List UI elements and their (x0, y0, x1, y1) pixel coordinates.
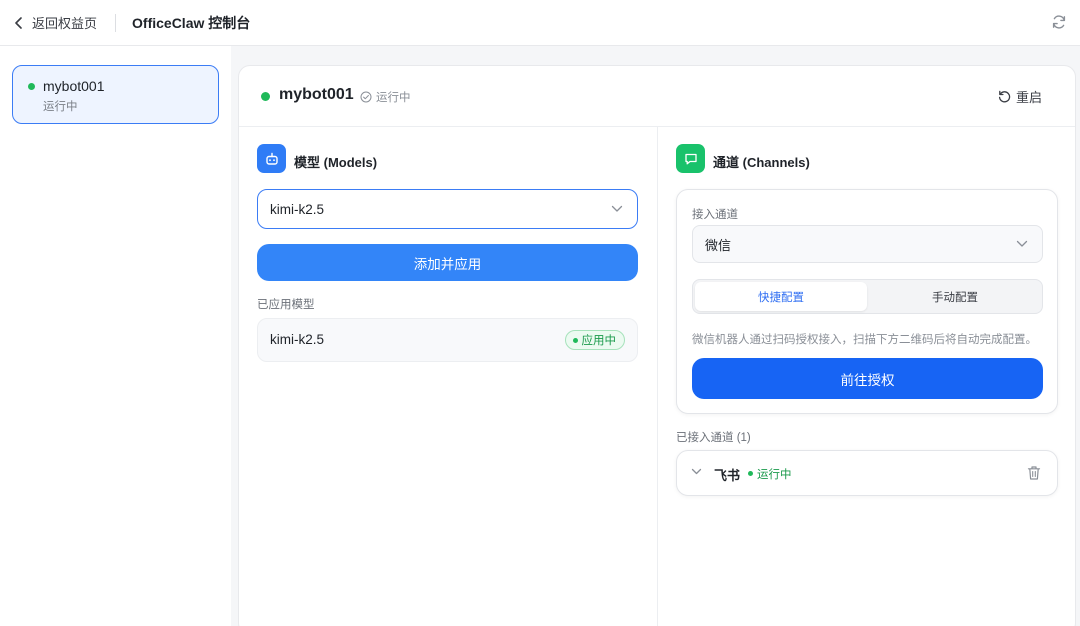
restart-label: 重启 (1015, 90, 1042, 105)
refresh-icon (1052, 15, 1066, 29)
back-label: 返回权益页 (32, 16, 98, 31)
status-indicator: 运行中 (360, 89, 411, 105)
config-mode-tabs: 快捷配置 手动配置 (692, 279, 1043, 314)
chevron-down-icon[interactable] (691, 468, 702, 476)
channels-title: 通道 (Channels) (713, 155, 810, 170)
sidebar: mybot001 运行中 (0, 46, 231, 626)
app-title: OfficeClaw 控制台 (132, 14, 251, 31)
applied-models-label: 已应用模型 (257, 299, 315, 311)
channel-status: 运行中 (757, 469, 792, 481)
main-panel: mybot001 运行中 重启 模型 (Models) kimi-k2.5 添加… (238, 65, 1076, 626)
chevron-down-icon (611, 205, 623, 212)
applied-model-name: kimi-k2.5 (270, 332, 325, 347)
add-and-apply-button[interactable]: 添加并应用 (257, 244, 638, 281)
status-text: 运行中 (376, 92, 411, 104)
channel-config-card: 接入通道 微信 快捷配置 手动配置 微信机器人通过扫码授权接入，扫描下方二维码后… (676, 189, 1058, 414)
applied-model-item: kimi-k2.5 应用中 (257, 318, 638, 362)
bot-name: mybot001 (43, 78, 105, 94)
auth-hint: 微信机器人通过扫码授权接入，扫描下方二维码后将自动完成配置。 (692, 334, 1037, 346)
bot-status: 运行中 (43, 101, 78, 113)
restart-button[interactable]: 重启 (998, 87, 1042, 106)
status-dot (261, 92, 270, 101)
robot-icon (257, 144, 286, 173)
status-dot (28, 83, 35, 90)
connected-channels-label: 已接入通道 (1) (676, 432, 751, 444)
check-circle-icon (360, 91, 372, 103)
refresh-button[interactable] (1048, 11, 1070, 33)
model-select-value: kimi-k2.5 (270, 201, 325, 217)
status-dot (572, 337, 578, 343)
badge-label: 应用中 (581, 335, 617, 347)
bot-title: mybot001 (279, 86, 354, 103)
status-dot (748, 471, 753, 476)
model-select[interactable]: kimi-k2.5 (257, 189, 638, 229)
tab-manual-config[interactable]: 手动配置 (869, 282, 1041, 311)
status-badge: 应用中 (564, 330, 625, 350)
trash-icon[interactable] (1027, 465, 1041, 481)
back-button[interactable]: 返回权益页 (14, 13, 97, 32)
tab-quick-config[interactable]: 快捷配置 (695, 282, 867, 311)
chevron-down-icon (1016, 240, 1028, 247)
divider (115, 13, 117, 32)
chat-icon (676, 144, 705, 173)
channel-name: 飞书 (714, 468, 741, 483)
column-divider (657, 127, 658, 626)
access-channel-label: 接入通道 (692, 209, 738, 221)
channel-select[interactable]: 微信 (692, 225, 1043, 263)
top-bar: 返回权益页 OfficeClaw 控制台 (0, 0, 1080, 46)
chevron-left-icon (15, 16, 22, 29)
restart-icon (998, 90, 1011, 103)
connected-channel-item: 飞书 运行中 (676, 450, 1058, 496)
models-title: 模型 (Models) (294, 155, 378, 170)
sidebar-item-mybot001[interactable]: mybot001 运行中 (12, 65, 219, 124)
channel-select-value: 微信 (705, 237, 732, 253)
authorize-button[interactable]: 前往授权 (692, 358, 1043, 399)
bot-header: mybot001 运行中 重启 (239, 66, 1075, 127)
